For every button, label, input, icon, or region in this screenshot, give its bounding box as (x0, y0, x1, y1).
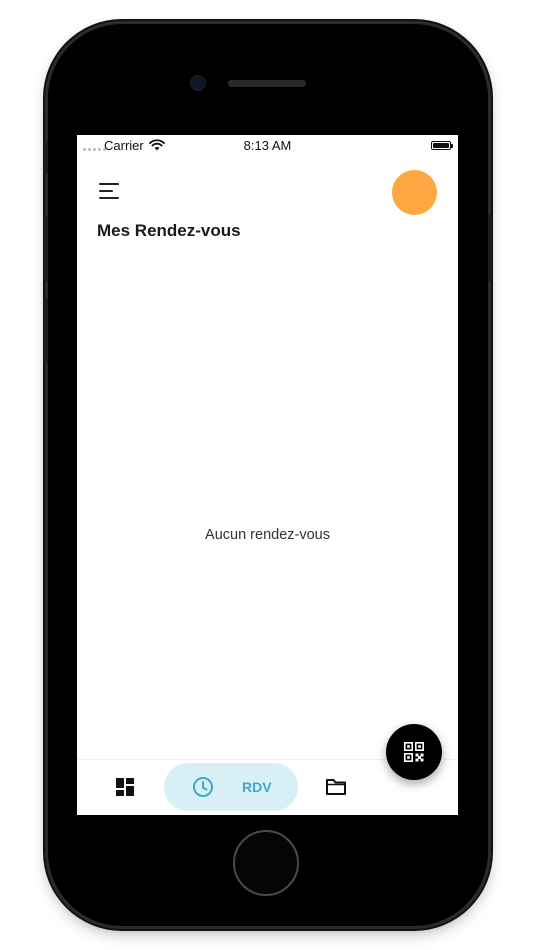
earpiece-speaker (228, 80, 306, 87)
nav-item-dashboard[interactable] (115, 777, 135, 797)
status-time: 8:13 AM (243, 138, 292, 153)
home-button[interactable] (233, 830, 299, 896)
front-camera (192, 77, 204, 89)
page-title: Mes Rendez-vous (97, 221, 241, 240)
battery-icon (431, 141, 453, 150)
folder-icon (326, 779, 346, 795)
volume-up-button (44, 216, 48, 282)
dashboard-icon (116, 778, 134, 796)
volume-down-button (44, 298, 48, 364)
nav-item-rdv[interactable]: RDV (164, 763, 298, 811)
empty-state-message: Aucun rendez-vous (205, 527, 330, 543)
power-button (488, 214, 492, 282)
qr-scan-button[interactable] (386, 724, 442, 780)
hamburger-menu-icon[interactable] (99, 181, 121, 201)
nav-item-rdv-label: RDV (242, 779, 272, 795)
qr-code-icon (404, 742, 424, 762)
app-screen: Carrier 8:13 AM Mes Rendez-vous Aucun re… (77, 135, 458, 815)
nav-item-folder[interactable] (325, 777, 347, 797)
phone-frame: Carrier 8:13 AM Mes Rendez-vous Aucun re… (44, 24, 492, 926)
avatar[interactable] (392, 170, 437, 215)
status-bar: Carrier 8:13 AM (77, 135, 458, 157)
mute-switch (44, 140, 48, 174)
clock-icon (193, 777, 213, 797)
